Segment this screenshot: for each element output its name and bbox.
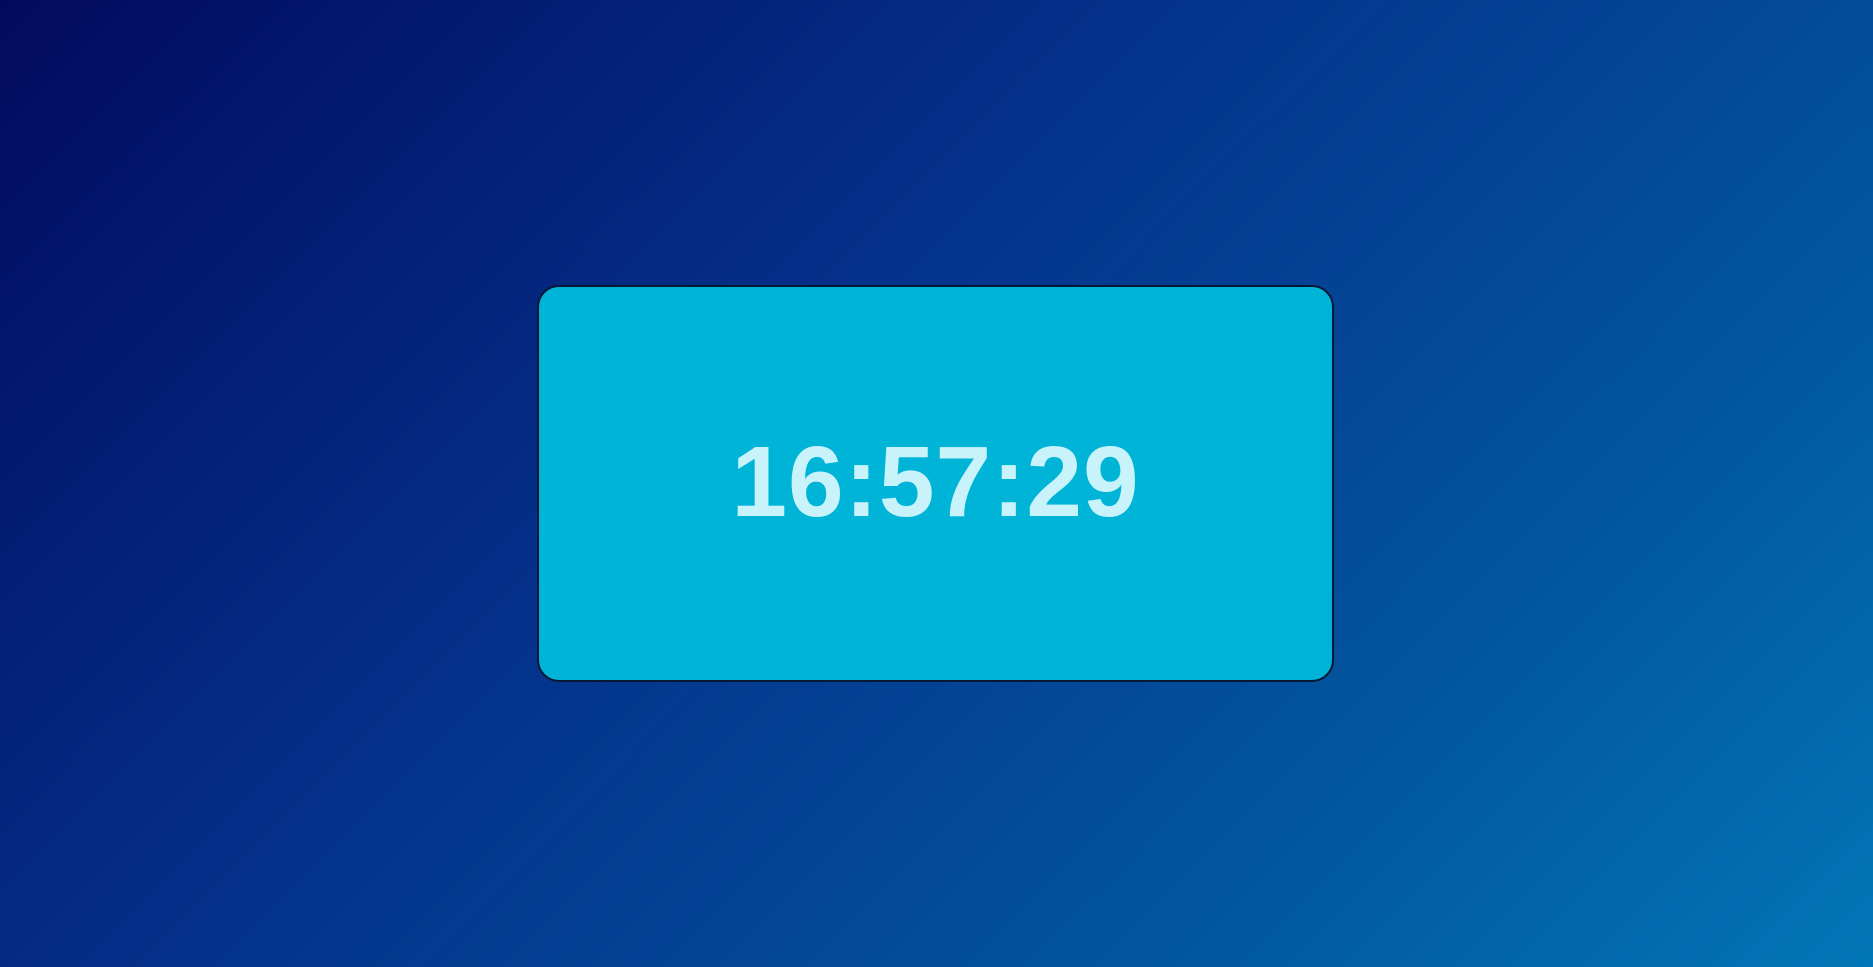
clock-card: 16:57:29 xyxy=(537,285,1334,682)
clock-time-display: 16:57:29 xyxy=(731,425,1140,538)
